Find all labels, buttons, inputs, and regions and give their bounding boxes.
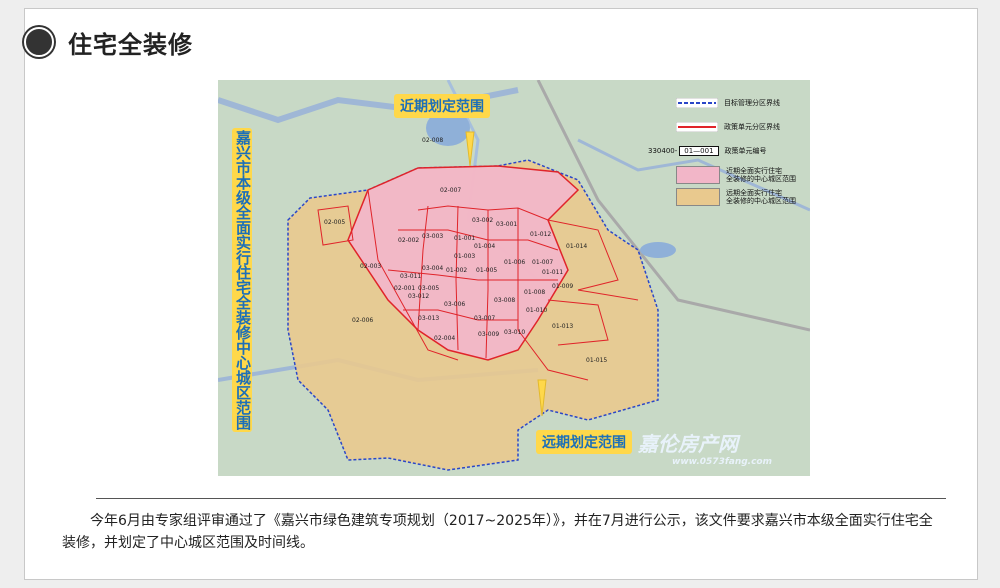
policy-unit-label: 03-010: [504, 329, 525, 336]
policy-unit-label: 03-003: [422, 233, 443, 240]
policy-unit-label: 02-008: [422, 137, 443, 144]
policy-unit-label: 02-005: [324, 219, 345, 226]
policy-unit-label: 01-001: [454, 235, 475, 242]
policy-unit-label: 01-010: [526, 307, 547, 314]
map-canvas: 02-008 02-007 02-005 02-002 02-003 02-001 02-0…: [218, 80, 810, 476]
policy-unit-label: 01-013: [552, 323, 573, 330]
policy-unit-label: 02-001: [394, 285, 415, 292]
policy-unit-label: 02-003: [360, 263, 381, 270]
tan-swatch: [676, 188, 720, 206]
policy-unit-label: 01-011: [542, 269, 563, 276]
planning-map: 02-008 02-007 02-005 02-002 02-003 02-001 02-0…: [218, 80, 810, 476]
policy-unit-label: 01-003: [454, 253, 475, 260]
legend-unit-code: 330400- 01—001 政策单元编号: [648, 146, 767, 156]
caption-paragraph: 今年6月由专家组评审通过了《嘉兴市绿色建筑专项规划（2017~2025年）》，并…: [62, 513, 933, 551]
policy-unit-label: 03-008: [494, 297, 515, 304]
near-term-tag: 近期划定范围: [394, 94, 490, 118]
red-line-icon: [676, 122, 718, 132]
pink-swatch: [676, 166, 720, 184]
policy-unit-label: 03-009: [478, 331, 499, 338]
policy-unit-label: 01-006: [504, 259, 525, 266]
policy-unit-label: 03-005: [418, 285, 439, 292]
legend-mgmt: 目标管理分区界线: [676, 98, 780, 108]
divider: [96, 498, 946, 499]
policy-unit-label: 01-012: [530, 231, 551, 238]
legend-long: 远期全面实行住宅 全装修的中心城区范围: [676, 188, 796, 206]
section-title: 住宅全装修: [68, 29, 193, 59]
policy-unit-label: 03-013: [418, 315, 439, 322]
policy-unit-label: 01-009: [552, 283, 573, 290]
policy-unit-label: 03-007: [474, 315, 495, 322]
policy-unit-label: 02-004: [434, 335, 455, 342]
policy-unit-label: 02-007: [440, 187, 461, 194]
policy-unit-label: 01-005: [476, 267, 497, 274]
legend-policy: 政策单元分区界线: [676, 122, 780, 132]
policy-unit-label: 03-006: [444, 301, 465, 308]
map-vertical-label: 嘉兴市本级全面实行住宅全装修中心城区范围: [232, 128, 252, 432]
long-term-tag: 远期划定范围: [536, 430, 632, 454]
policy-unit-label: 01-002: [446, 267, 467, 274]
policy-unit-label: 02-002: [398, 237, 419, 244]
legend-near: 近期全面实行住宅 全装修的中心城区范围: [676, 166, 796, 184]
policy-unit-label: 03-002: [472, 217, 493, 224]
policy-unit-label: 03-012: [408, 293, 429, 300]
policy-unit-label: 01-007: [532, 259, 553, 266]
policy-unit-label: 01-015: [586, 357, 607, 364]
policy-unit-label: 01-004: [474, 243, 495, 250]
section-header: 住宅全装修: [24, 22, 193, 62]
policy-unit-label: 01-008: [524, 289, 545, 296]
dashed-line-icon: [676, 98, 718, 108]
policy-unit-label: 02-006: [352, 317, 373, 324]
watermark: 嘉伦房产网 www.0573fang.com: [638, 432, 772, 467]
bullet-icon: [24, 27, 54, 57]
policy-unit-label: 03-011: [400, 273, 421, 280]
policy-unit-label: 03-004: [422, 265, 443, 272]
policy-unit-label: 03-001: [496, 221, 517, 228]
policy-unit-label: 01-014: [566, 243, 587, 250]
